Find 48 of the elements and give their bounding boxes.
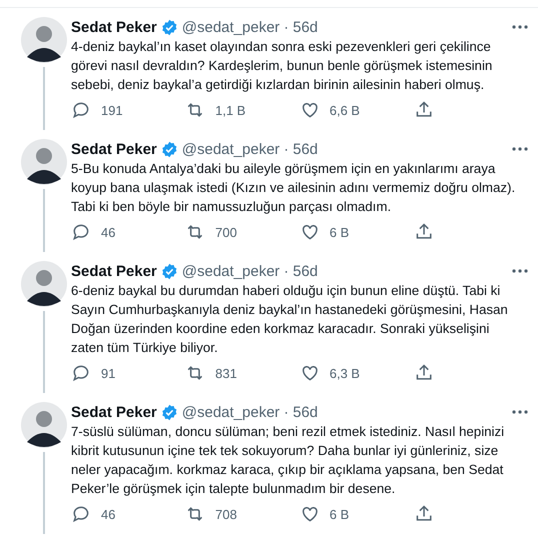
like-count: 6,6 B — [330, 102, 360, 118]
verified-badge-icon — [160, 140, 178, 158]
retweet-count: 1,1 B — [215, 102, 246, 118]
avatar[interactable] — [21, 402, 67, 448]
reply-count: 46 — [101, 224, 116, 240]
tweet-time[interactable]: · 56d — [284, 404, 318, 420]
more-icon[interactable] — [512, 410, 528, 414]
retweet-count: 700 — [215, 224, 237, 240]
author-handle[interactable]: @sedat_peker — [182, 262, 280, 280]
author-handle[interactable]: @sedat_peker — [182, 404, 280, 420]
heart-icon[interactable] — [300, 504, 320, 524]
tweet-text: 4-deniz baykal’ın kaset olayından sonra eski pezevenkleri geri çekilince görevi nasıl devraldın? Kardeşlerim, bunun benle görüşmek istemesinin sebebi, deniz baykal’a getirdiği kızlardan birinin ailesinin haberi olmuş. — [71, 38, 494, 94]
avatar[interactable] — [21, 261, 67, 307]
retweet-count: 708 — [215, 506, 237, 522]
tweet-time[interactable]: · 56d — [284, 140, 318, 158]
tweet-time[interactable]: · 56d — [284, 262, 318, 280]
reply-icon[interactable] — [71, 222, 91, 242]
avatar[interactable] — [21, 139, 67, 185]
tweet-text: 6-deniz baykal bu durumdan haberi olduğu için bunun eline düştü. Tabi ki Sayın Cumhurbaşkanıyla deniz baykal’ın hastanedeki görüşmesini, Hasan Doğan üzerinden koordine eden korkmaz karacadır. Sonraki yükselişini zaten tüm Türkiye biliyor. — [71, 282, 509, 357]
verified-badge-icon — [160, 18, 178, 36]
heart-icon[interactable] — [300, 100, 320, 120]
verified-badge-icon — [160, 404, 178, 420]
tweet-time[interactable]: · 56d — [284, 18, 318, 36]
verified-badge-icon — [160, 262, 178, 280]
author-name[interactable]: Sedat Peker — [71, 404, 157, 420]
retweet-count: 831 — [215, 366, 237, 380]
like-count: 6 B — [330, 224, 350, 240]
author-name[interactable]: Sedat Peker — [71, 140, 157, 158]
author-handle[interactable]: @sedat_peker — [182, 140, 280, 158]
heart-icon[interactable] — [300, 222, 320, 242]
like-count: 6 B — [330, 506, 350, 522]
like-count: 6,3 B — [330, 366, 360, 380]
heart-icon[interactable] — [300, 363, 320, 383]
more-icon[interactable] — [512, 25, 528, 29]
more-icon[interactable] — [512, 269, 528, 273]
reply-count: 91 — [101, 366, 116, 380]
tweet-text: 5-Bu konuda Antalya’daki bu aileyle görüşmem için en yakınlarımı araya koyup bana ulaşmak istedi (Kızın ve ailesinin adını vermemiz doğru olmaz). Tabi ki ben böyle bir namussuzluğun parçası olmadım. — [71, 160, 516, 216]
reply-icon[interactable] — [71, 100, 91, 120]
avatar[interactable] — [21, 17, 67, 63]
reply-count: 46 — [101, 506, 116, 522]
reply-icon[interactable] — [71, 363, 91, 383]
reply-icon[interactable] — [71, 504, 91, 524]
tweet-text: 7-süslü sülüman, doncu sülüman; beni rezil etmek istediniz. Nasıl hepinizi kibrit kutusunun içine tek tek sokuyorum? Daha bunlar iyi günleriniz, size neler yapacağım. korkmaz karaca, çıkıp bir açıklama yapsana, ben Sedat Peker’le görüşmek için talepte bulunmadım bir desene. — [71, 423, 506, 498]
reply-count: 191 — [101, 102, 123, 118]
author-name[interactable]: Sedat Peker — [71, 18, 157, 36]
author-handle[interactable]: @sedat_peker — [182, 18, 280, 36]
more-icon[interactable] — [512, 147, 528, 151]
author-name[interactable]: Sedat Peker — [71, 262, 157, 280]
